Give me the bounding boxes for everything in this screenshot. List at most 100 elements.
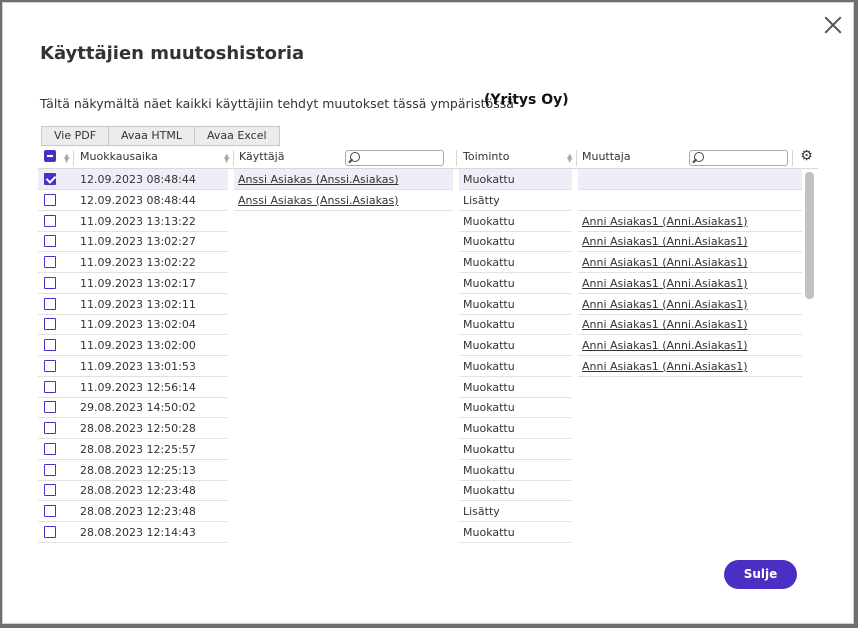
row-time: 11.09.2023 13:01:53 bbox=[80, 359, 196, 373]
close-button[interactable]: Sulje bbox=[724, 560, 797, 589]
open-excel-button[interactable]: Avaa Excel bbox=[194, 126, 280, 146]
row-checkbox[interactable] bbox=[44, 193, 56, 206]
row-checkbox[interactable] bbox=[44, 359, 56, 372]
row-action: Muokattu bbox=[463, 214, 515, 228]
sort-icon[interactable]: ▲ ▼ bbox=[224, 153, 229, 164]
grid-scrollbar[interactable] bbox=[805, 172, 814, 299]
row-checkbox[interactable] bbox=[44, 276, 56, 289]
row-action: Muokattu bbox=[463, 525, 515, 539]
table-row[interactable]: 28.08.2023 12:25:13 Muokattu bbox=[38, 460, 818, 481]
row-changer-link[interactable]: Anni Asiakas1 (Anni.Asiakas1) bbox=[582, 360, 748, 373]
table-row[interactable]: 11.09.2023 13:02:00 Muokattu Anni Asiaka… bbox=[38, 335, 818, 356]
row-time-cell: 28.08.2023 12:14:43 bbox=[38, 522, 228, 543]
table-row[interactable]: 11.09.2023 13:02:22 Muokattu Anni Asiaka… bbox=[38, 252, 818, 273]
table-row[interactable]: 11.09.2023 13:13:22 Muokattu Anni Asiaka… bbox=[38, 211, 818, 232]
row-checkbox[interactable] bbox=[44, 380, 56, 393]
row-action-cell: Muokattu bbox=[459, 314, 572, 336]
row-action: Muokattu bbox=[463, 484, 515, 498]
table-row[interactable]: 28.08.2023 12:14:43 Muokattu bbox=[38, 522, 818, 543]
dialog-description: Tältä näkymältä näet kaikki käyttäjiin t… bbox=[40, 96, 514, 111]
row-checkbox[interactable] bbox=[44, 339, 56, 351]
table-row[interactable]: 11.09.2023 13:02:27 Muokattu Anni Asiaka… bbox=[38, 231, 818, 253]
row-checkbox[interactable] bbox=[44, 505, 56, 517]
select-all-checkbox[interactable] bbox=[44, 150, 56, 162]
row-user-link[interactable]: Anssi Asiakas (Anssi.Asiakas) bbox=[238, 173, 399, 186]
export-toolbar: Vie PDF Avaa HTML Avaa Excel bbox=[41, 126, 280, 146]
table-row[interactable]: 28.08.2023 12:25:57 Muokattu bbox=[38, 439, 818, 460]
row-action: Muokattu bbox=[463, 297, 515, 311]
row-action: Muokattu bbox=[463, 173, 515, 186]
row-time-cell: 29.08.2023 14:50:02 bbox=[38, 397, 228, 419]
row-checkbox[interactable] bbox=[44, 318, 56, 331]
row-action: Lisätty bbox=[463, 505, 500, 518]
row-changer-link[interactable]: Anni Asiakas1 (Anni.Asiakas1) bbox=[582, 235, 748, 248]
column-header-action[interactable]: Toiminto bbox=[463, 146, 509, 168]
open-html-button[interactable]: Avaa HTML bbox=[108, 126, 196, 146]
row-time-cell: 28.08.2023 12:25:57 bbox=[38, 439, 228, 460]
table-row[interactable]: 28.08.2023 12:50:28 Muokattu bbox=[38, 418, 818, 439]
row-checkbox[interactable] bbox=[44, 401, 56, 414]
user-search-input[interactable] bbox=[345, 150, 444, 166]
row-checkbox[interactable] bbox=[44, 525, 56, 538]
row-time: 28.08.2023 12:25:13 bbox=[80, 463, 196, 477]
column-header-user[interactable]: Käyttäjä bbox=[239, 146, 284, 168]
dialog-title: Käyttäjien muutoshistoria bbox=[40, 43, 305, 64]
column-header-changer[interactable]: Muuttaja bbox=[582, 146, 631, 168]
table-row[interactable]: 11.09.2023 13:02:11 Muokattu Anni Asiaka… bbox=[38, 294, 818, 315]
row-checkbox[interactable] bbox=[44, 463, 56, 476]
row-changer-link[interactable]: Anni Asiakas1 (Anni.Asiakas1) bbox=[582, 318, 748, 331]
changer-search-input[interactable] bbox=[689, 150, 788, 166]
row-changer-link[interactable]: Anni Asiakas1 (Anni.Asiakas1) bbox=[582, 256, 748, 269]
row-time: 11.09.2023 13:02:11 bbox=[80, 297, 196, 311]
row-action-cell: Muokattu bbox=[459, 522, 572, 543]
row-changer-cell: Anni Asiakas1 (Anni.Asiakas1) bbox=[578, 314, 802, 336]
row-checkbox[interactable] bbox=[44, 442, 56, 455]
row-changer-link[interactable]: Anni Asiakas1 (Anni.Asiakas1) bbox=[582, 339, 748, 352]
close-icon[interactable] bbox=[823, 15, 843, 35]
row-time: 11.09.2023 13:13:22 bbox=[80, 214, 196, 228]
row-checkbox[interactable] bbox=[44, 235, 56, 248]
row-user-link[interactable]: Anssi Asiakas (Anssi.Asiakas) bbox=[238, 194, 399, 207]
row-time-cell: 11.09.2023 13:02:04 bbox=[38, 314, 228, 336]
row-changer-link[interactable]: Anni Asiakas1 (Anni.Asiakas1) bbox=[582, 215, 748, 228]
table-row[interactable]: 12.09.2023 08:48:44 Anssi Asiakas (Anssi… bbox=[38, 169, 818, 190]
table-row[interactable]: 29.08.2023 14:50:02 Muokattu bbox=[38, 397, 818, 419]
table-row[interactable]: 11.09.2023 12:56:14 Muokattu bbox=[38, 377, 818, 398]
row-changer-cell: Anni Asiakas1 (Anni.Asiakas1) bbox=[578, 356, 802, 377]
row-checkbox[interactable] bbox=[44, 422, 56, 434]
table-row[interactable]: 11.09.2023 13:01:53 Muokattu Anni Asiaka… bbox=[38, 356, 818, 377]
row-action: Muokattu bbox=[463, 276, 515, 290]
row-action-cell: Muokattu bbox=[459, 356, 572, 377]
sort-icon[interactable]: ▲ ▼ bbox=[567, 153, 572, 164]
row-checkbox[interactable] bbox=[44, 214, 56, 227]
gear-icon[interactable]: ⚙ bbox=[799, 149, 814, 164]
row-action: Muokattu bbox=[463, 318, 515, 332]
row-checkbox[interactable] bbox=[44, 297, 56, 310]
row-changer-link[interactable]: Anni Asiakas1 (Anni.Asiakas1) bbox=[582, 298, 748, 311]
row-action-cell: Muokattu bbox=[459, 211, 572, 232]
table-row[interactable]: 28.08.2023 12:23:48 Lisätty bbox=[38, 501, 818, 522]
table-row[interactable]: 28.08.2023 12:23:48 Muokattu bbox=[38, 480, 818, 502]
row-user-cell: Anssi Asiakas (Anssi.Asiakas) bbox=[234, 169, 453, 190]
export-pdf-button[interactable]: Vie PDF bbox=[41, 126, 110, 146]
row-checkbox[interactable] bbox=[44, 256, 56, 268]
row-time: 11.09.2023 13:02:00 bbox=[80, 339, 196, 352]
row-action: Muokattu bbox=[463, 380, 515, 394]
row-time: 11.09.2023 13:02:27 bbox=[80, 235, 196, 249]
row-action-cell: Muokattu bbox=[459, 335, 572, 356]
row-time: 28.08.2023 12:23:48 bbox=[80, 484, 196, 498]
row-changer-link[interactable]: Anni Asiakas1 (Anni.Asiakas1) bbox=[582, 277, 748, 290]
table-row[interactable]: 12.09.2023 08:48:44 Anssi Asiakas (Anssi… bbox=[38, 190, 818, 211]
row-action-cell: Muokattu bbox=[459, 294, 572, 315]
row-time-cell: 11.09.2023 13:01:53 bbox=[38, 356, 228, 377]
row-checkbox[interactable] bbox=[44, 173, 56, 185]
row-time-cell: 11.09.2023 13:02:17 bbox=[38, 273, 228, 294]
table-row[interactable]: 11.09.2023 13:02:17 Muokattu Anni Asiaka… bbox=[38, 273, 818, 294]
row-action-cell: Muokattu bbox=[459, 439, 572, 460]
column-header-modified[interactable]: Muokkausaika bbox=[80, 146, 158, 168]
sort-icon[interactable]: ▲ ▼ bbox=[64, 153, 69, 164]
grid-header: ▲ ▼ Muokkausaika ▲ ▼ Käyttäjä Toiminto ▲ ▼ … bbox=[38, 146, 818, 169]
row-time-cell: 28.08.2023 12:50:28 bbox=[38, 418, 228, 439]
table-row[interactable]: 11.09.2023 13:02:04 Muokattu Anni Asiaka… bbox=[38, 314, 818, 336]
row-checkbox[interactable] bbox=[44, 484, 56, 497]
